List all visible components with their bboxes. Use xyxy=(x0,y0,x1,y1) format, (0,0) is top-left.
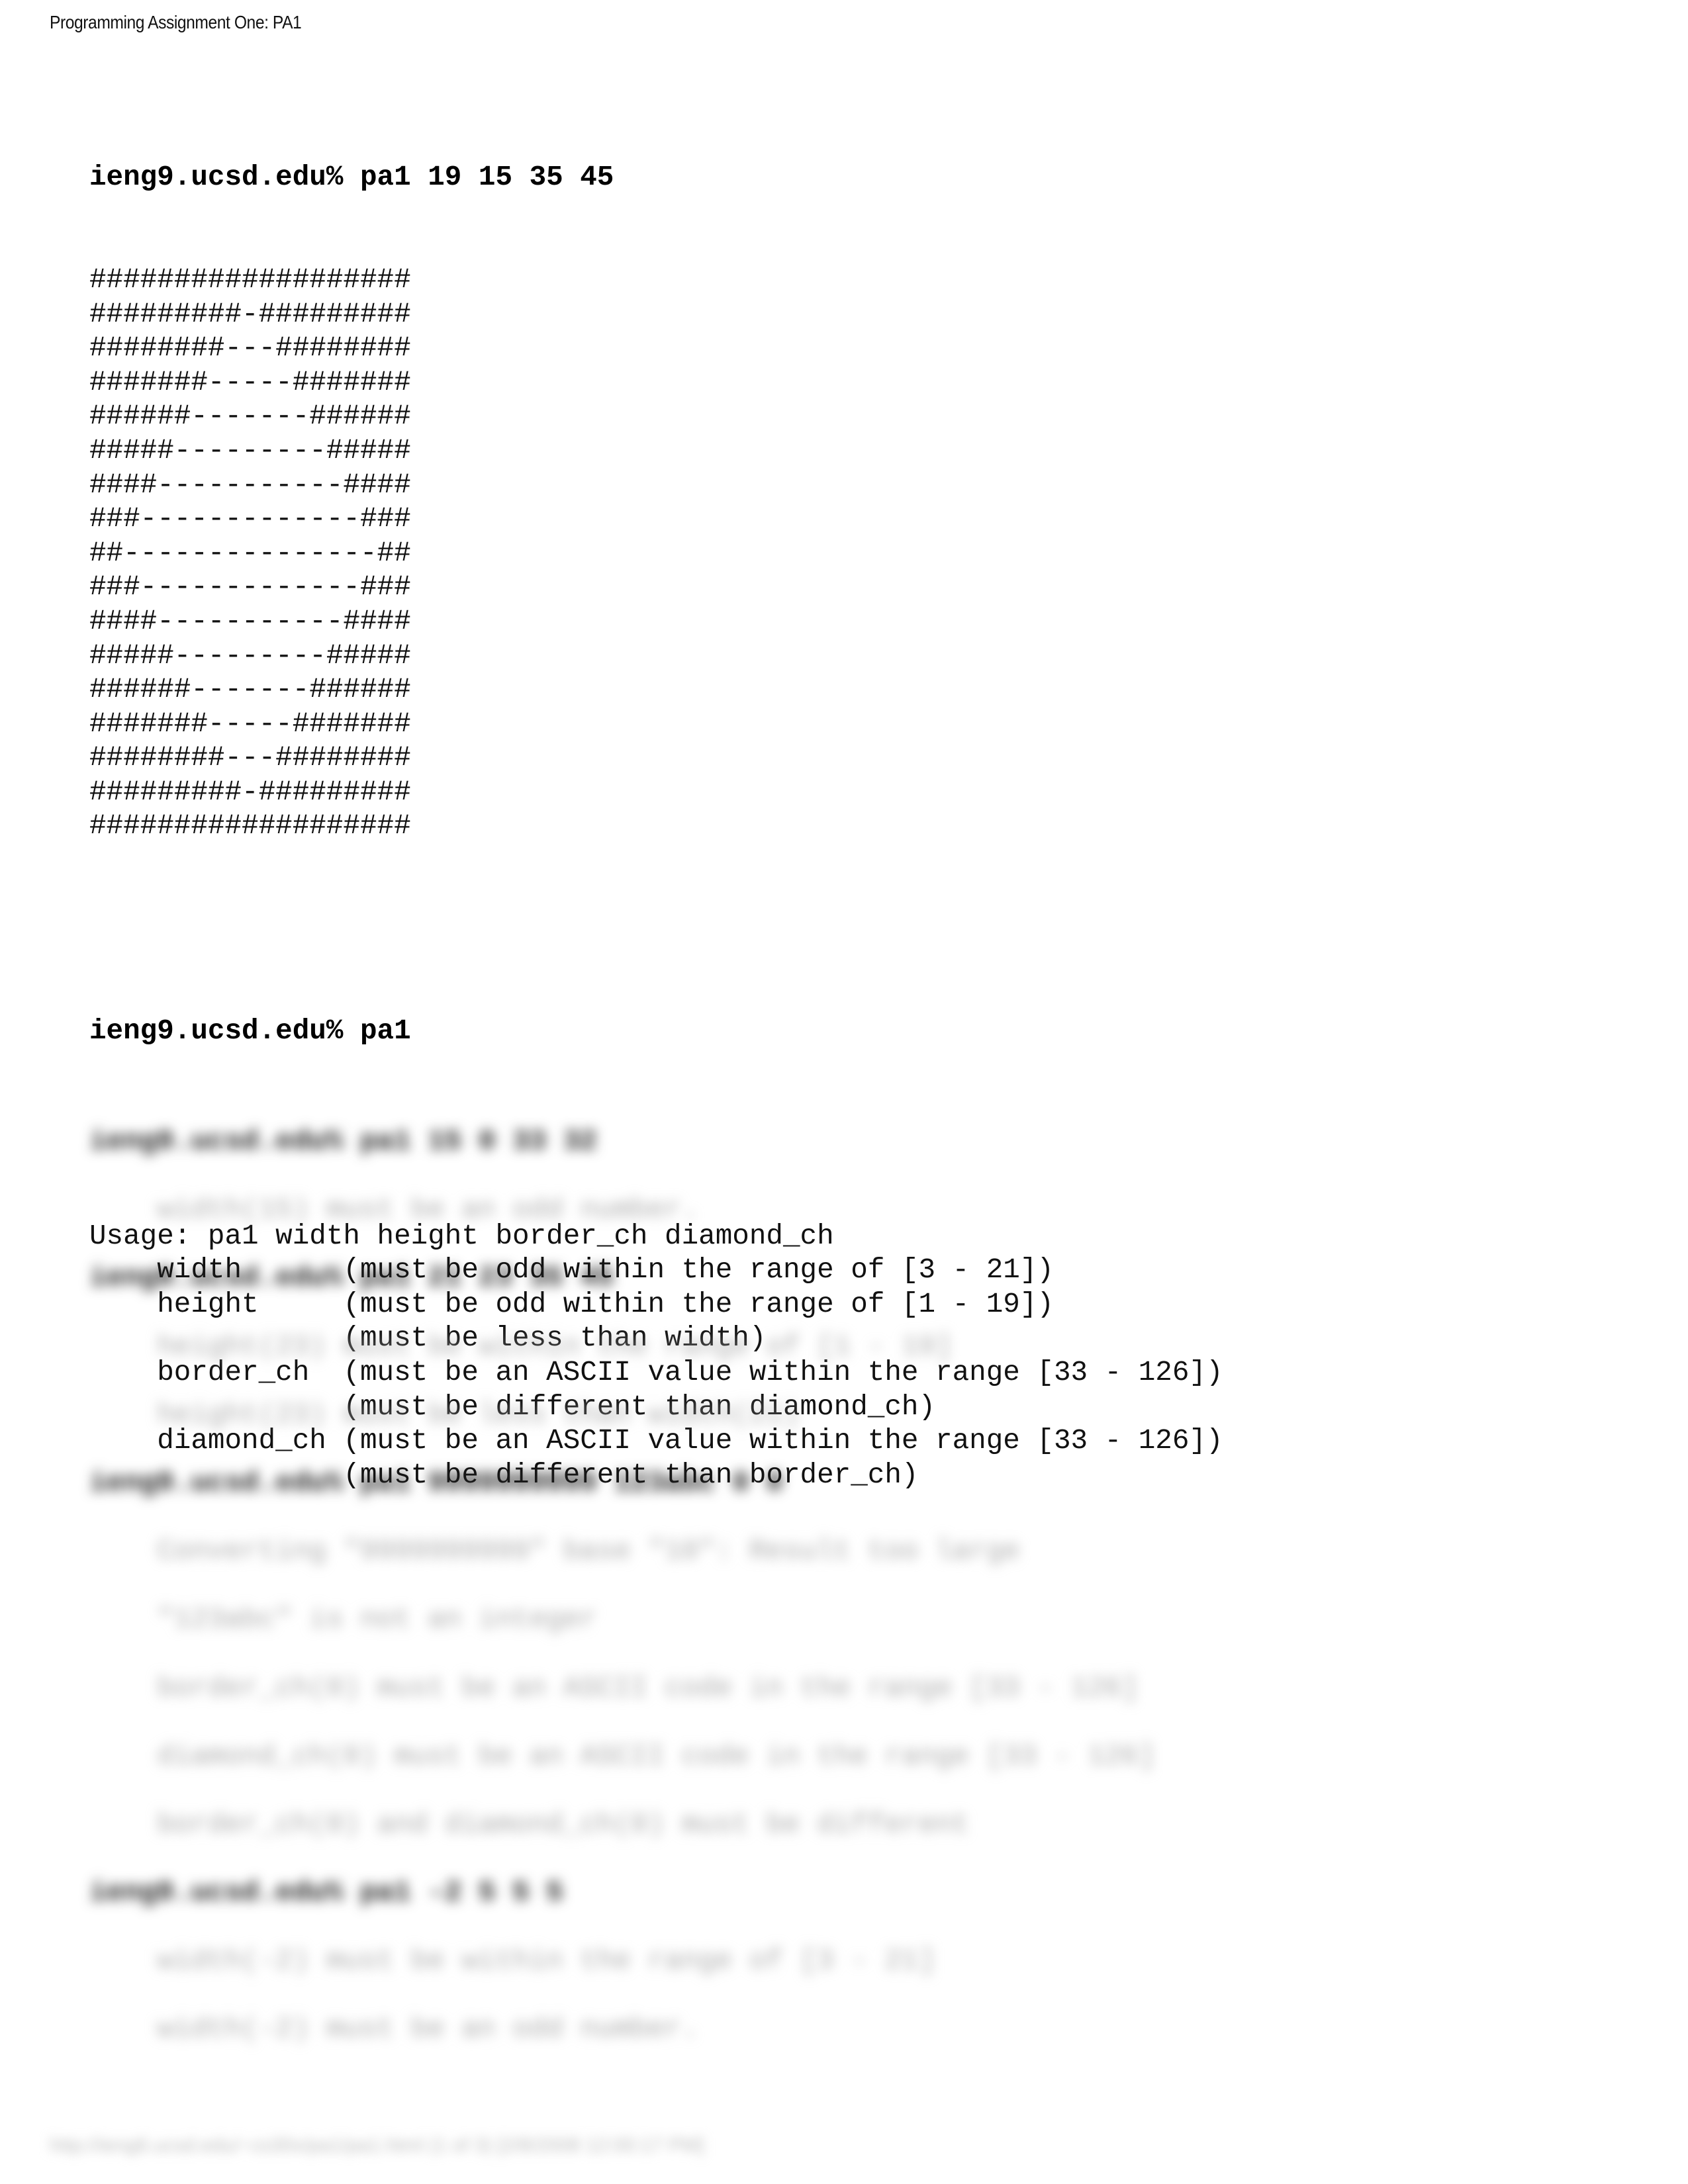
diamond-row: ######-------###### xyxy=(89,674,411,706)
blurred-error-message: width(-2) must be within the range of [3… xyxy=(89,1945,936,1978)
diamond-row: #####---------##### xyxy=(89,639,411,672)
diamond-row: #######-----####### xyxy=(89,707,411,740)
diamond-row: #####---------##### xyxy=(89,434,411,467)
page-footer-url: http://ieng6.ucsd.edu/~cs30x/pa1/pa1.htm… xyxy=(50,2134,704,2156)
blurred-error-message: diamond_ch(0) must be an ASCII code in t… xyxy=(89,1740,1156,1772)
blurred-command-prompt: ieng9.ucsd.edu% pa1 -2 5 5 5 xyxy=(89,1877,563,1909)
blurred-error-message: height(23) must be within the range of [… xyxy=(89,1330,953,1363)
blurred-error-message: width(15) must be an odd number. xyxy=(89,1194,699,1226)
command-prompt-2: ieng9.ucsd.edu% pa1 xyxy=(89,1015,411,1048)
blurred-error-message: height(23) must be less than width(21) xyxy=(89,1398,800,1431)
blurred-error-examples: ieng9.ucsd.edu% pa1 15 0 33 32 width(15)… xyxy=(89,1125,1155,2081)
diamond-row: ################### xyxy=(89,810,411,842)
blurred-error-message: Converting "9999999999" base "10": Resul… xyxy=(89,1535,1020,1568)
blurred-command-prompt: ieng9.ucsd.edu% pa1 9999999999 123abc 0 … xyxy=(89,1467,783,1499)
blurred-command-prompt: ieng9.ucsd.edu% pa1 21 23 35 45 xyxy=(89,1262,614,1295)
command-prompt-1: ieng9.ucsd.edu% pa1 19 15 35 45 xyxy=(89,161,614,194)
diamond-row: ################### xyxy=(89,263,411,296)
blurred-error-message: border_ch(0) and diamond_ch(0) must be d… xyxy=(89,1808,970,1841)
diamond-row: ####-----------#### xyxy=(89,469,411,501)
diamond-row: ####-----------#### xyxy=(89,605,411,637)
diamond-row: ###-------------### xyxy=(89,503,411,535)
blurred-command-prompt: ieng9.ucsd.edu% pa1 15 0 33 32 xyxy=(89,1126,597,1158)
document-title: Programming Assignment One: PA1 xyxy=(50,12,302,32)
diamond-row: ########---######## xyxy=(89,332,411,365)
blurred-error-message: width(-2) must be an odd number. xyxy=(89,2013,699,2046)
diamond-row: ######-------###### xyxy=(89,400,411,433)
diamond-row: ##---------------## xyxy=(89,537,411,569)
blurred-error-message: "123abc" is not an integer xyxy=(89,1604,597,1636)
blurred-error-message: border_ch(0) must be an ASCII code in th… xyxy=(89,1672,1139,1704)
diamond-row: #########-######### xyxy=(89,298,411,330)
diamond-row: #######-----####### xyxy=(89,366,411,398)
diamond-row: #########-######### xyxy=(89,776,411,808)
diamond-row: ########---######## xyxy=(89,742,411,774)
diamond-output: ################### #########-######### ##… xyxy=(89,263,1223,844)
diamond-row: ###-------------### xyxy=(89,571,411,604)
